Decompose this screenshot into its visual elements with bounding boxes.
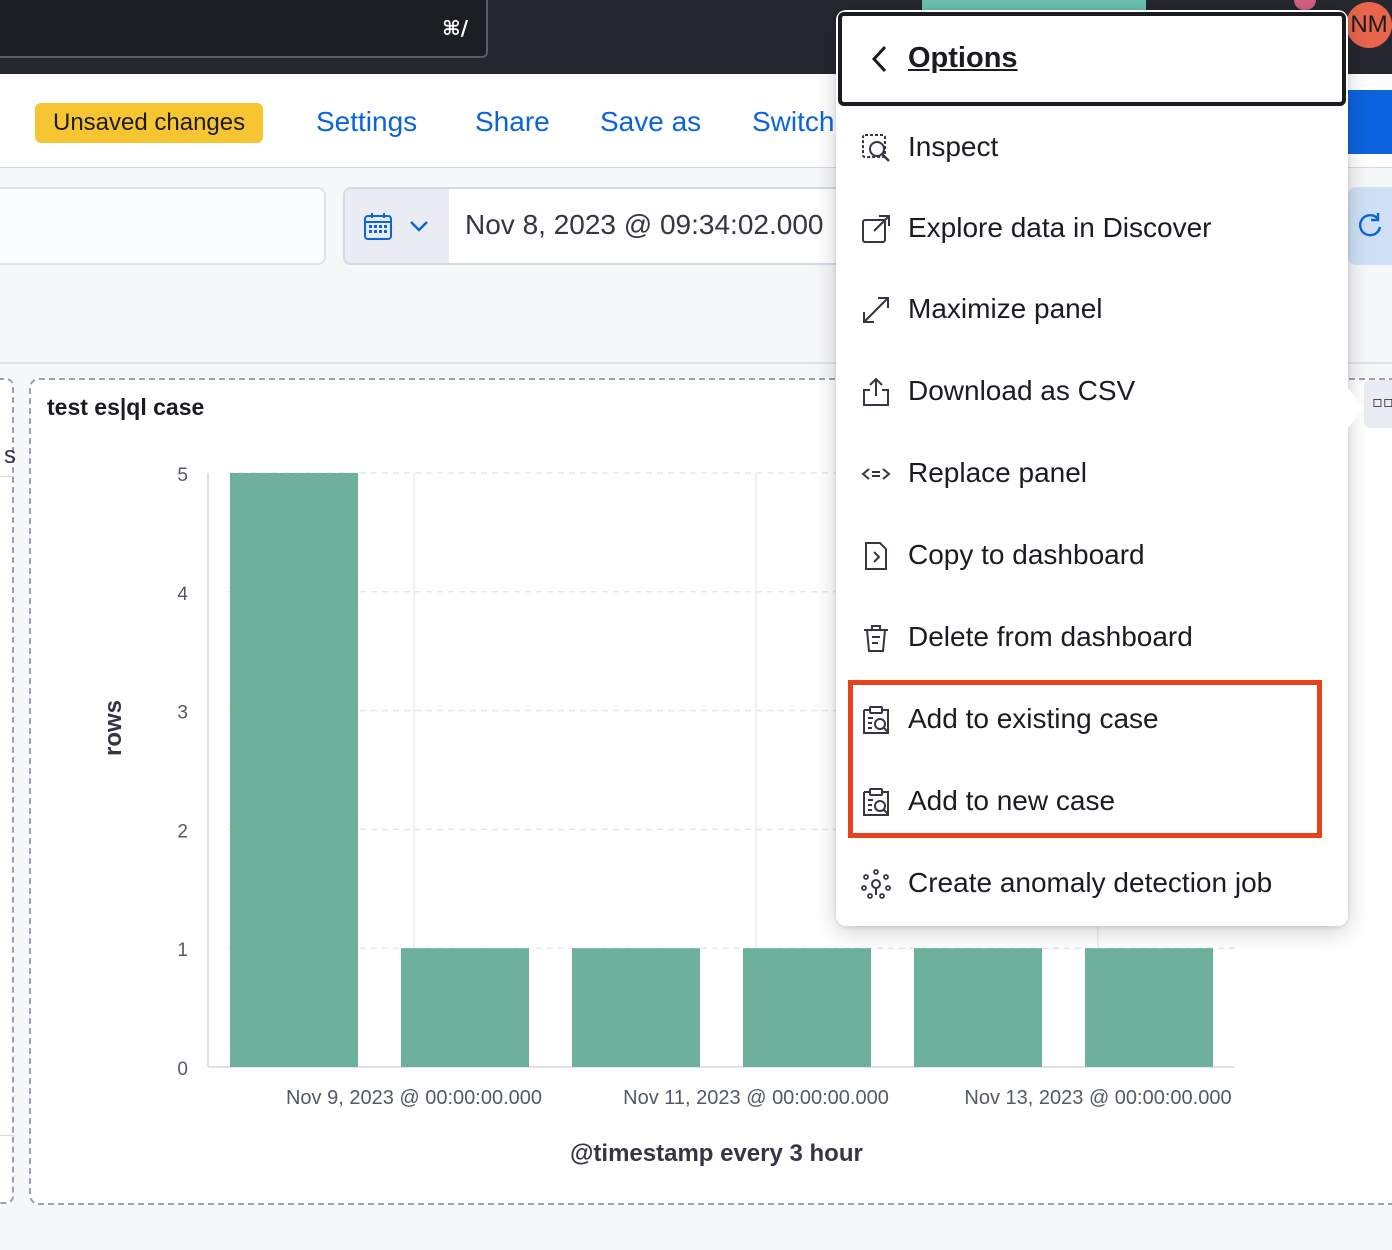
ml-job-icon xyxy=(861,869,891,899)
external-link-icon xyxy=(862,215,890,243)
trash-icon xyxy=(864,625,888,652)
menu-item[interactable]: Create anomaly detection job xyxy=(836,844,1348,926)
menu-caret xyxy=(1348,388,1364,428)
menu-item-label: Download as CSV xyxy=(908,375,1136,406)
menu-item-label: Inspect xyxy=(908,131,999,162)
menu-item-label: Create anomaly detection job xyxy=(908,867,1273,898)
menu-item[interactable]: Replace panel xyxy=(836,434,1348,516)
panel-drag-handle[interactable]: ▫▫ xyxy=(1364,380,1392,428)
chart-bar xyxy=(572,948,700,1067)
menu-item-label: Delete from dashboard xyxy=(908,621,1193,652)
x-tick-label: Nov 11, 2023 @ 00:00:00.000 xyxy=(623,1087,889,1109)
menu-header[interactable]: Options xyxy=(838,12,1346,106)
expand-icon xyxy=(863,297,889,323)
export-icon xyxy=(863,377,889,406)
y-tick-label: 5 xyxy=(177,465,188,486)
menu-item-label: Copy to dashboard xyxy=(908,539,1145,570)
menu-item[interactable]: Inspect xyxy=(836,108,1348,190)
menu-item[interactable]: Delete from dashboard xyxy=(836,598,1348,680)
replace-icon xyxy=(861,468,891,480)
y-tick-label: 3 xyxy=(177,703,188,724)
menu-item[interactable]: Explore data in Discover xyxy=(836,189,1348,271)
menu-title: Options xyxy=(908,42,1018,74)
y-tick-label: 1 xyxy=(177,940,188,961)
chart-bar xyxy=(743,948,871,1067)
menu-item[interactable]: Maximize panel xyxy=(836,270,1348,352)
case-options-highlight xyxy=(848,680,1322,838)
copy-dashboard-icon xyxy=(865,542,887,570)
chart-bar xyxy=(1085,948,1213,1067)
chart-bar xyxy=(914,948,1042,1067)
y-tick-label: 4 xyxy=(177,584,188,605)
drag-handle-icon: ▫▫ xyxy=(1372,392,1392,411)
chart-bar xyxy=(401,948,529,1067)
x-tick-label: Nov 13, 2023 @ 00:00:00.000 xyxy=(964,1087,1231,1109)
menu-item[interactable]: Copy to dashboard xyxy=(836,516,1348,598)
y-axis-title: rows xyxy=(100,699,127,756)
menu-item[interactable]: Download as CSV xyxy=(836,352,1348,434)
chevron-left-icon xyxy=(871,45,887,73)
x-axis-title: @timestamp every 3 hour xyxy=(570,1140,863,1167)
menu-item-label: Replace panel xyxy=(908,457,1088,488)
menu-item-label: Explore data in Discover xyxy=(908,212,1212,243)
x-tick-label: Nov 9, 2023 @ 00:00:00.000 xyxy=(286,1087,542,1109)
chart-bar xyxy=(230,473,358,1067)
inspect-icon xyxy=(862,134,890,162)
y-tick-label: 0 xyxy=(177,1059,188,1080)
y-tick-label: 2 xyxy=(177,821,188,842)
menu-item-label: Maximize panel xyxy=(908,293,1103,324)
